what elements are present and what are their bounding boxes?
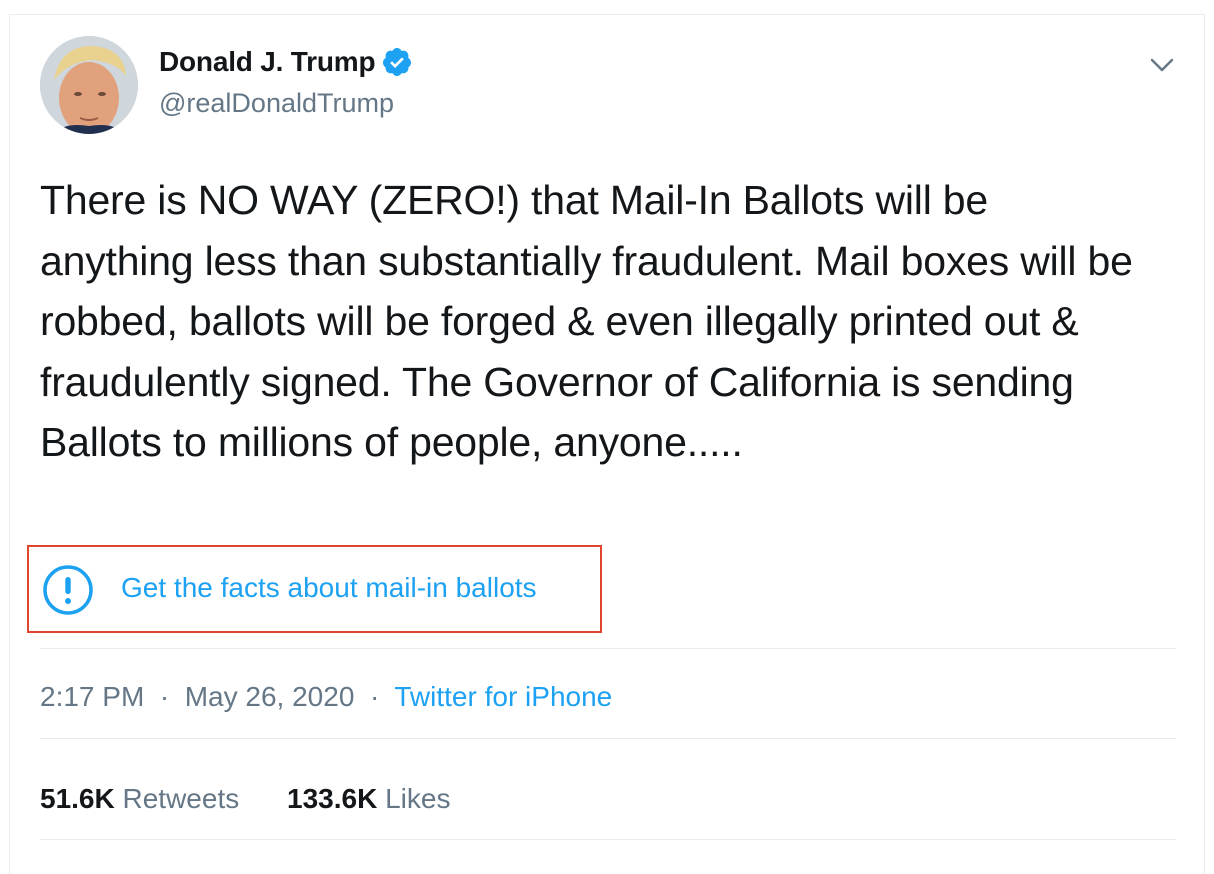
tweet-card: Donald J. Trump @realDonaldTrump There i…: [9, 14, 1205, 874]
meta-separator: ·: [362, 681, 388, 712]
likes-stat[interactable]: 133.6K Likes: [287, 783, 450, 815]
likes-label: Likes: [385, 783, 451, 814]
avatar[interactable]: [40, 36, 138, 134]
retweets-stat[interactable]: 51.6K Retweets: [40, 783, 239, 815]
author-name-row[interactable]: Donald J. Trump: [159, 46, 413, 78]
author-handle[interactable]: @realDonaldTrump: [159, 88, 394, 119]
fact-check-link[interactable]: Get the facts about mail-in ballots: [121, 572, 537, 604]
avatar-image: [40, 36, 138, 134]
author-name[interactable]: Donald J. Trump: [159, 46, 376, 78]
tweet-meta: 2:17 PM · May 26, 2020 · Twitter for iPh…: [40, 681, 612, 713]
divider: [40, 738, 1176, 739]
retweets-label: Retweets: [122, 783, 240, 814]
tweet-date[interactable]: May 26, 2020: [185, 681, 355, 712]
chevron-down-icon[interactable]: [1148, 51, 1176, 79]
tweet-stats: 51.6K Retweets 133.6K Likes: [40, 783, 490, 815]
verified-badge-icon: [383, 48, 412, 76]
exclamation-circle-icon[interactable]: [42, 564, 94, 616]
retweets-count: 51.6K: [40, 783, 115, 814]
tweet-source-link[interactable]: Twitter for iPhone: [394, 681, 612, 712]
fact-check-highlight: Get the facts about mail-in ballots: [27, 545, 602, 633]
tweet-time[interactable]: 2:17 PM: [40, 681, 144, 712]
divider: [40, 648, 1176, 649]
tweet-text: There is NO WAY (ZERO!) that Mail-In Bal…: [40, 177, 1133, 465]
likes-count: 133.6K: [287, 783, 378, 814]
divider: [40, 839, 1176, 840]
meta-separator: ·: [152, 681, 177, 712]
